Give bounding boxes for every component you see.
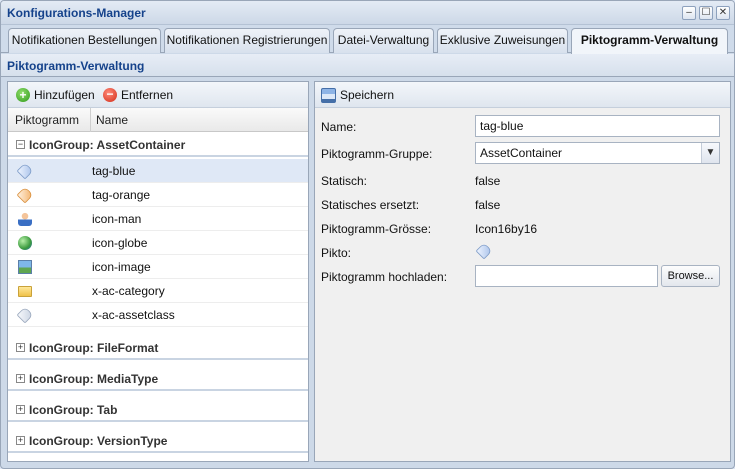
title-bar: Konfigurations-Manager – ☐ ✕	[1, 1, 734, 25]
name-label: Name:	[321, 120, 357, 134]
static-label: Statisch:	[321, 174, 368, 188]
column-divider[interactable]	[90, 108, 91, 132]
remove-button[interactable]: − Entfernen	[103, 87, 173, 103]
detail-toolbar: Speichern	[315, 82, 730, 108]
group-select[interactable]: AssetContainer ▼	[475, 142, 720, 164]
item-name: icon-man	[92, 212, 142, 226]
panel-header: Piktogramm-Verwaltung	[1, 54, 734, 77]
group-label: IconGroup: AssetContainer	[29, 138, 186, 152]
image-icon	[18, 260, 32, 274]
tag-blue-icon	[16, 162, 34, 180]
group-select-label: Piktogramm-Gruppe:	[321, 147, 433, 161]
save-button-label: Speichern	[340, 88, 395, 102]
item-name: x-ac-category	[92, 284, 165, 298]
expand-toggle-icon[interactable]: +	[16, 343, 25, 352]
icon-list-panel: + Hinzufügen − Entfernen Piktogramm Name…	[7, 81, 309, 462]
upload-label: Piktogramm hochladen:	[321, 270, 448, 284]
item-name: icon-globe	[92, 236, 148, 250]
group-fileformat[interactable]: + IconGroup: FileFormat	[8, 336, 308, 360]
size-label: Piktogramm-Grösse:	[321, 222, 432, 236]
group-label: IconGroup: VersionType	[29, 434, 168, 448]
remove-button-label: Entfernen	[121, 88, 174, 102]
group-select-value: AssetContainer	[480, 146, 563, 160]
plus-icon: +	[16, 88, 30, 102]
list-item-x-ac-category[interactable]: x-ac-category	[8, 279, 308, 303]
column-name[interactable]: Name	[96, 113, 128, 127]
column-piktogramm[interactable]: Piktogramm	[15, 113, 79, 127]
list-item-x-ac-assetclass[interactable]: x-ac-assetclass	[8, 303, 308, 327]
static-replaced-label: Statisches ersetzt:	[321, 198, 420, 212]
tab-strip: Notifikationen Bestellungen Notifikation…	[1, 25, 734, 54]
item-name: tag-blue	[92, 164, 136, 178]
column-header: Piktogramm Name	[8, 108, 308, 132]
item-name: icon-image	[92, 260, 151, 274]
size-value: Icon16by16	[475, 222, 538, 236]
globe-icon	[18, 236, 32, 250]
group-assetcontainer[interactable]: − IconGroup: AssetContainer	[8, 133, 308, 157]
tab-notifikationen-registrierungen[interactable]: Notifikationen Registrierungen	[164, 28, 330, 53]
tag-blue-icon	[475, 242, 493, 260]
list-item-tag-blue[interactable]: tag-blue	[8, 159, 308, 183]
folder-icon	[18, 286, 32, 297]
icon-detail-panel: Speichern Name: tag-blue Piktogramm-Grup…	[314, 81, 731, 462]
browse-button[interactable]: Browse...	[661, 265, 720, 287]
static-replaced-value: false	[475, 198, 501, 212]
expand-toggle-icon[interactable]: +	[16, 436, 25, 445]
item-name: tag-orange	[92, 188, 151, 202]
panel-title: Piktogramm-Verwaltung	[7, 59, 145, 73]
save-icon	[321, 87, 336, 103]
window-title: Konfigurations-Manager	[7, 6, 146, 20]
group-label: IconGroup: Tab	[29, 403, 118, 417]
chevron-down-icon[interactable]: ▼	[701, 143, 719, 163]
expand-toggle-icon[interactable]: +	[16, 405, 25, 414]
group-label: IconGroup: FileFormat	[29, 341, 159, 355]
close-button[interactable]: ✕	[716, 6, 730, 20]
tab-exklusive-zuweisungen[interactable]: Exklusive Zuweisungen	[437, 28, 568, 53]
group-list: − IconGroup: AssetContainer tag-blue tag…	[8, 133, 308, 461]
maximize-button[interactable]: ☐	[699, 6, 713, 20]
add-button-label: Hinzufügen	[34, 88, 95, 102]
minus-icon: −	[103, 88, 117, 102]
list-item-icon-man[interactable]: icon-man	[8, 207, 308, 231]
tab-notifikationen-bestellungen[interactable]: Notifikationen Bestellungen	[8, 28, 161, 53]
group-tab[interactable]: + IconGroup: Tab	[8, 398, 308, 422]
item-name: x-ac-assetclass	[92, 308, 175, 322]
upload-file-input[interactable]	[475, 265, 658, 287]
tag-grey-icon	[16, 306, 34, 324]
list-toolbar: + Hinzufügen − Entfernen	[8, 82, 308, 108]
pikto-label: Pikto:	[321, 246, 352, 260]
collapse-toggle-icon[interactable]: −	[16, 140, 25, 149]
expand-toggle-icon[interactable]: +	[16, 374, 25, 383]
list-item-icon-globe[interactable]: icon-globe	[8, 231, 308, 255]
static-value: false	[475, 174, 501, 188]
list-item-icon-image[interactable]: icon-image	[8, 255, 308, 279]
save-button[interactable]: Speichern	[321, 87, 394, 103]
config-manager-window: Konfigurations-Manager – ☐ ✕ Notifikatio…	[0, 0, 735, 469]
man-icon	[18, 212, 32, 226]
add-button[interactable]: + Hinzufügen	[16, 87, 95, 103]
tag-orange-icon	[16, 186, 34, 204]
group-mediatype[interactable]: + IconGroup: MediaType	[8, 367, 308, 391]
group-versiontype[interactable]: + IconGroup: VersionType	[8, 429, 308, 453]
tab-piktogramm-verwaltung[interactable]: Piktogramm-Verwaltung	[571, 28, 728, 54]
minimize-button[interactable]: –	[682, 6, 696, 20]
tab-datei-verwaltung[interactable]: Datei-Verwaltung	[333, 28, 434, 53]
group-label: IconGroup: MediaType	[29, 372, 159, 386]
name-input[interactable]: tag-blue	[475, 115, 720, 137]
list-item-tag-orange[interactable]: tag-orange	[8, 183, 308, 207]
